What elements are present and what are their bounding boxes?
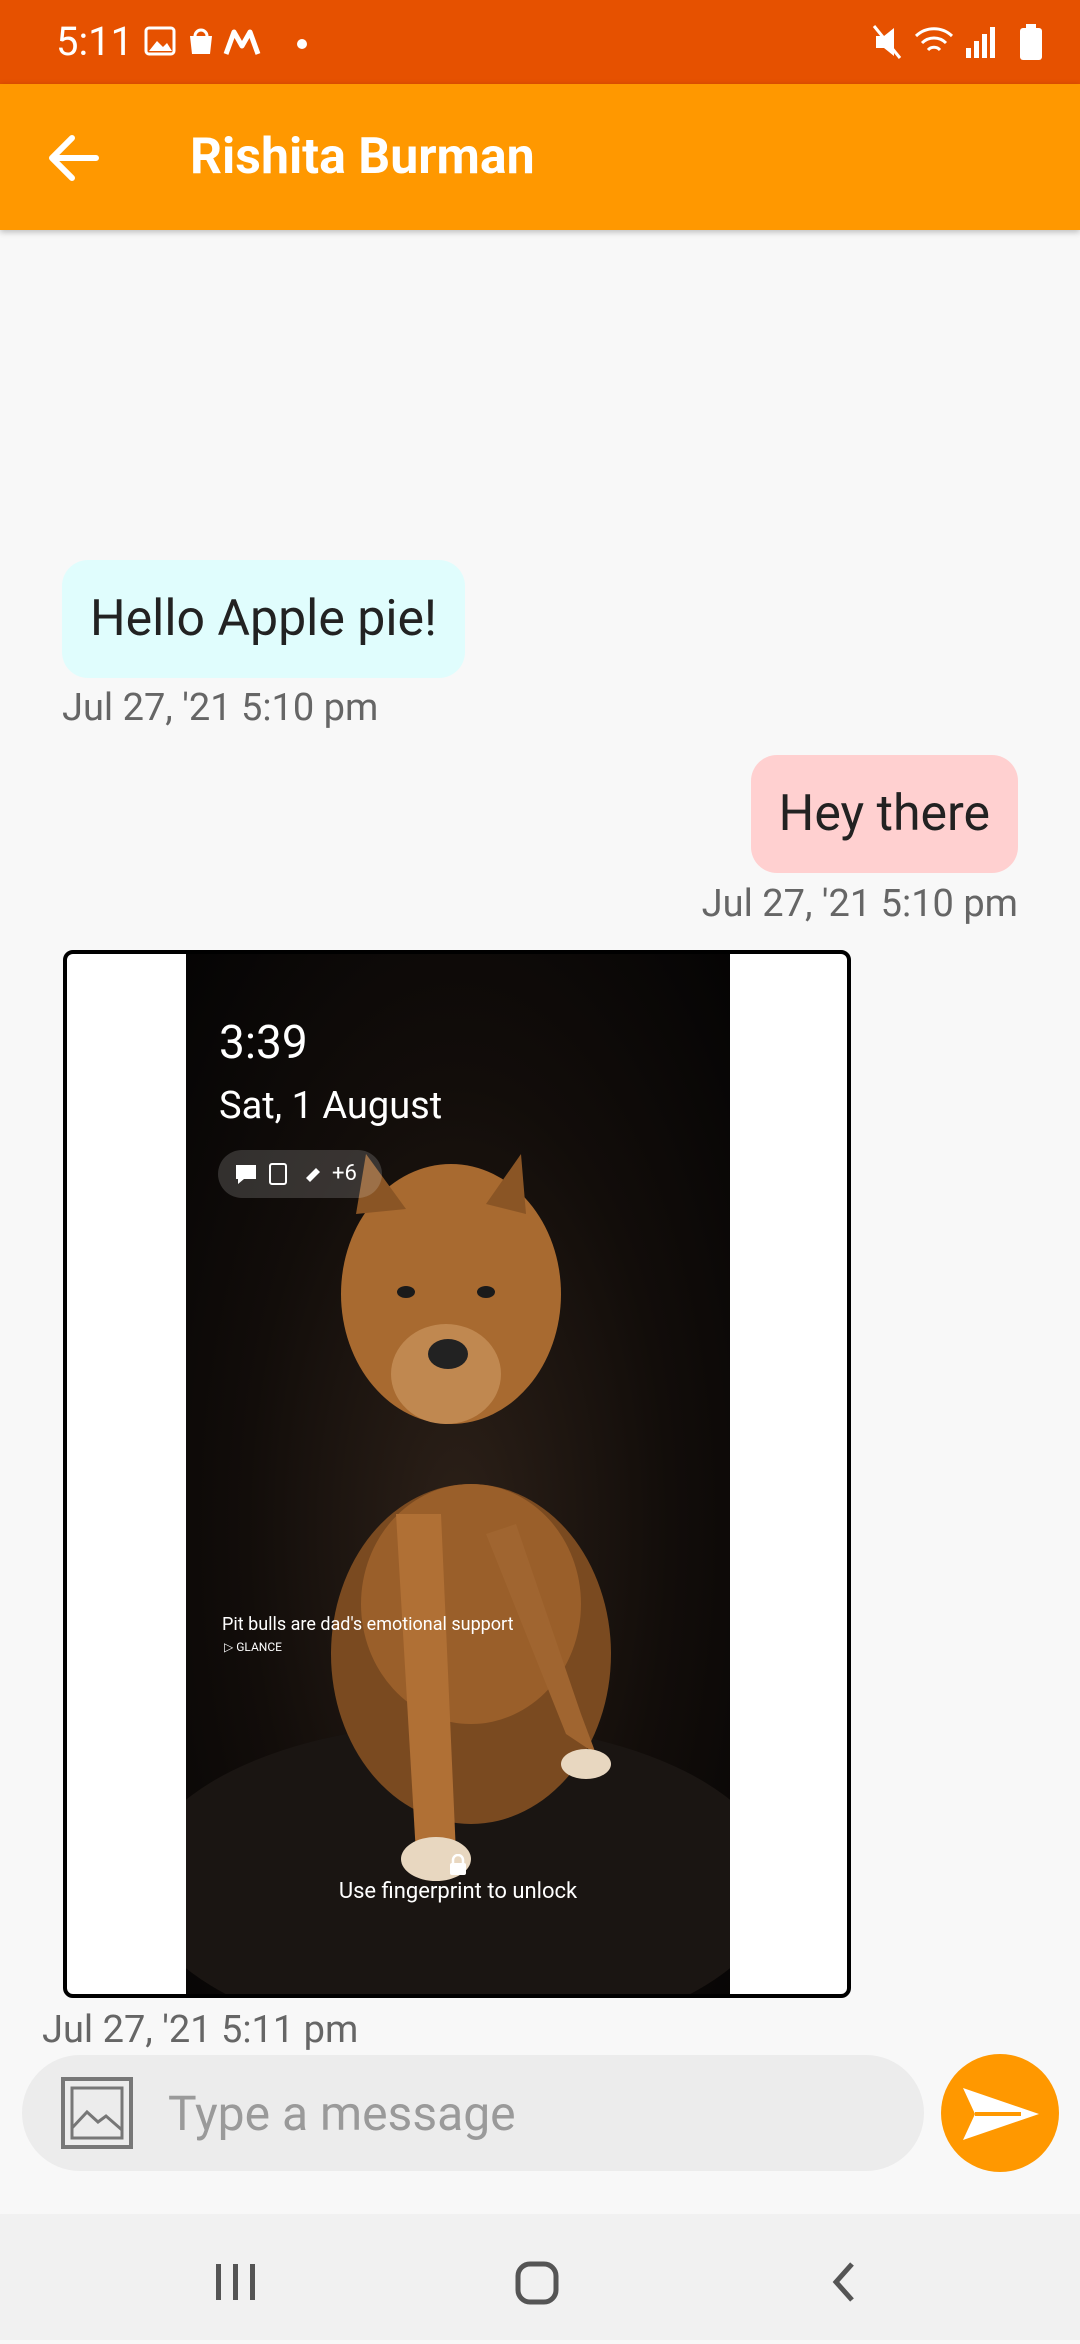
- message-timestamp: Jul 27, '21 5:10 pm: [701, 882, 1018, 926]
- outgoing-message-bubble[interactable]: Hey there: [750, 755, 1018, 873]
- home-icon[interactable]: [515, 2261, 559, 2305]
- lockscreen-date: Sat, 1 August: [219, 1084, 443, 1128]
- notification-count: +6: [332, 1161, 357, 1186]
- lockscreen-time: 3:39: [219, 1016, 308, 1070]
- message-timestamp: Jul 27, '21 5:10 pm: [62, 686, 379, 730]
- glance-label: ▷ GLANCE: [224, 1640, 282, 1654]
- image-message[interactable]: 3:39 Sat, 1 August +6 Pit bulls are dad'…: [63, 950, 851, 1998]
- status-bar: 5:11: [0, 0, 1080, 84]
- notification-icons: [236, 1163, 320, 1185]
- play-icon: ▷: [224, 1640, 237, 1654]
- system-navigation-bar: [0, 2214, 1080, 2340]
- message-composer[interactable]: Type a message: [22, 2055, 924, 2171]
- back-arrow-icon[interactable]: [46, 130, 102, 186]
- attach-image-icon[interactable]: [60, 2076, 134, 2150]
- send-icon: [963, 2088, 1039, 2140]
- message-input[interactable]: Type a message: [168, 2085, 516, 2142]
- unlock-hint: Use fingerprint to unlock: [338, 1879, 578, 1904]
- nav-icons: [216, 2261, 854, 2305]
- message-timestamp: Jul 27, '21 5:11 pm: [42, 2008, 359, 2052]
- status-notification-icons: [144, 26, 307, 56]
- lock-icon: [450, 1854, 466, 1875]
- chat-contact-name: Rishita Burman: [190, 128, 535, 186]
- lockscreen-notification-pill: +6: [218, 1150, 382, 1198]
- nav-back-icon[interactable]: [832, 2262, 854, 2302]
- shared-screenshot-image: 3:39 Sat, 1 August +6 Pit bulls are dad'…: [186, 954, 730, 1994]
- status-time: 5:11: [56, 18, 134, 65]
- recents-icon[interactable]: [216, 2264, 255, 2300]
- incoming-message-bubble[interactable]: Hello Apple pie!: [62, 560, 465, 678]
- status-system-icons: [872, 24, 1042, 60]
- app-bar: Rishita Burman: [0, 84, 1080, 230]
- lockscreen-caption: Pit bulls are dad's emotional support: [222, 1614, 514, 1635]
- send-button[interactable]: [941, 2054, 1059, 2172]
